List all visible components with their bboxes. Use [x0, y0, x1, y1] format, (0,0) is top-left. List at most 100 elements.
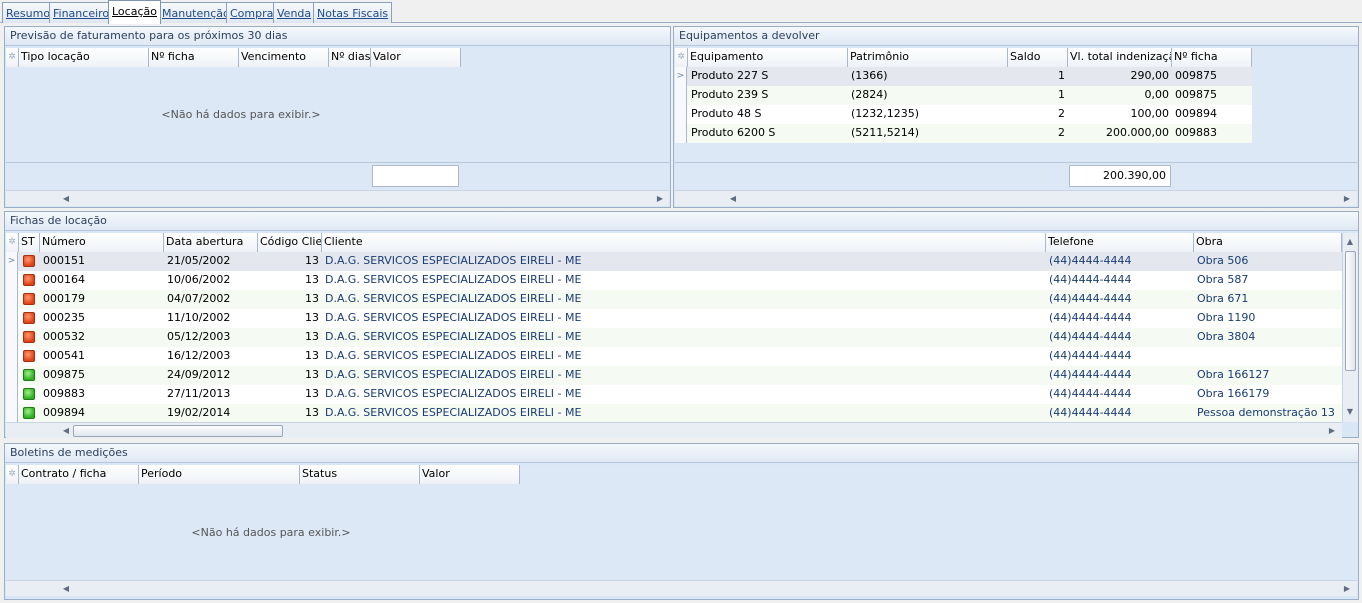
- col-vl-total-indenizacao[interactable]: Vl. total indenização: [1068, 48, 1172, 67]
- col-n-dias[interactable]: Nº dias: [329, 48, 371, 67]
- table-row[interactable]: 000179 04/07/2002 13 D.A.G. SERVICOS ESPECI…: [6, 290, 1342, 309]
- tab-notas-fiscais[interactable]: Notas Fiscais: [313, 2, 393, 23]
- col-valor[interactable]: Valor: [371, 48, 461, 67]
- fichas-vscroll-thumb[interactable]: [1345, 251, 1356, 371]
- previsao-title: Previsão de faturamento para os próximos…: [5, 27, 670, 46]
- row-indicator: [6, 385, 18, 404]
- scroll-right-icon[interactable]: ▶: [1326, 424, 1338, 438]
- equipamentos-hscroll[interactable]: ◀ ▶: [675, 190, 1357, 206]
- col-n-ficha[interactable]: Nº ficha: [1172, 48, 1252, 67]
- tab-compra[interactable]: Compra: [226, 2, 278, 23]
- table-row[interactable]: Produto 6200 S (5211,5214) 2 200.000,00 …: [675, 124, 1252, 143]
- table-row[interactable]: > Produto 227 S (1366) 1 290,00 009875: [675, 67, 1252, 86]
- column-chooser-icon[interactable]: ✲: [6, 465, 19, 484]
- fichas-vscroll[interactable]: ▲ ▼: [1342, 233, 1358, 422]
- col-cliente[interactable]: Cliente: [322, 233, 1046, 252]
- table-row[interactable]: >000151 21/05/2002 13 D.A.G. SERVICOS ESPEC…: [6, 252, 1342, 271]
- status-green-icon: [23, 388, 35, 400]
- scroll-left-icon[interactable]: ◀: [727, 192, 739, 206]
- col-equipamento[interactable]: Equipamento: [688, 48, 848, 67]
- cell-obra: [1194, 347, 1342, 366]
- cell-cliente: D.A.G. SERVICOS ESPECIALIZADOS EIRELI - …: [325, 292, 582, 305]
- col-st[interactable]: ST: [19, 233, 40, 252]
- cell-data: 11/10/2002: [167, 311, 231, 324]
- col-saldo[interactable]: Saldo: [1008, 48, 1068, 67]
- col-numero[interactable]: Número: [40, 233, 164, 252]
- col-contrato-ficha[interactable]: Contrato / ficha: [19, 465, 139, 484]
- cell-equipamento: Produto 227 S: [691, 69, 769, 82]
- table-row[interactable]: 000164 10/06/2002 13 D.A.G. SERVICOS ESPECI…: [6, 271, 1342, 290]
- scroll-right-icon[interactable]: ▶: [1341, 192, 1353, 206]
- cell-data: 21/05/2002: [167, 254, 231, 267]
- col-n-ficha[interactable]: Nº ficha: [149, 48, 239, 67]
- scroll-left-icon[interactable]: ◀: [60, 192, 72, 206]
- col-telefone[interactable]: Telefone: [1046, 233, 1194, 252]
- tab-resumo[interactable]: Resumo: [2, 2, 55, 23]
- row-indicator: [675, 105, 687, 124]
- cell-cliente: D.A.G. SERVICOS ESPECIALIZADOS EIRELI - …: [325, 387, 582, 400]
- tab-bar: Resumo Financeiro Locação Manutenção Com…: [0, 0, 1362, 24]
- scroll-right-icon[interactable]: ▶: [1341, 582, 1353, 596]
- cell-ficha: 009875: [1175, 69, 1217, 82]
- cell-numero: 000179: [43, 292, 85, 305]
- cell-valor: 200.000,00: [1106, 126, 1169, 139]
- column-chooser-icon[interactable]: ✲: [6, 48, 19, 67]
- table-row[interactable]: 009883 27/11/2013 13 D.A.G. SERVICOS ESPECI…: [6, 385, 1342, 404]
- table-row[interactable]: Produto 239 S (2824) 1 0,00 009875: [675, 86, 1252, 105]
- row-indicator: [6, 347, 18, 366]
- tab-manutencao[interactable]: Manutenção: [158, 2, 234, 23]
- col-periodo[interactable]: Período: [139, 465, 300, 484]
- col-status[interactable]: Status: [300, 465, 420, 484]
- table-row[interactable]: Produto 48 S (1232,1235) 2 100,00 009894: [675, 105, 1252, 124]
- cell-codigo: 13: [305, 311, 319, 324]
- cell-status: [19, 347, 40, 366]
- status-red-icon: [23, 293, 35, 305]
- table-row[interactable]: 000532 05/12/2003 13 D.A.G. SERVICOS ESPECI…: [6, 328, 1342, 347]
- tab-financeiro[interactable]: Financeiro: [49, 2, 114, 23]
- cell-codigo: 13: [305, 254, 319, 267]
- row-indicator-icon: >: [675, 67, 687, 86]
- cell-ficha: 009883: [1175, 126, 1217, 139]
- scroll-left-icon[interactable]: ◀: [60, 582, 72, 596]
- scroll-down-icon[interactable]: ▼: [1344, 405, 1356, 419]
- scroll-up-icon[interactable]: ▲: [1344, 235, 1356, 249]
- col-patrimonio[interactable]: Patrimônio: [848, 48, 1008, 67]
- col-valor[interactable]: Valor: [420, 465, 520, 484]
- cell-cliente: D.A.G. SERVICOS ESPECIALIZADOS EIRELI - …: [325, 406, 582, 419]
- table-row[interactable]: 009875 24/09/2012 13 D.A.G. SERVICOS ESPECI…: [6, 366, 1342, 385]
- cell-patrimonio: (1366): [851, 69, 888, 82]
- row-indicator: [6, 366, 18, 385]
- previsao-panel: Previsão de faturamento para os próximos…: [4, 26, 671, 208]
- fichas-hscroll-thumb[interactable]: [73, 425, 283, 437]
- cell-telefone: (44)4444-4444: [1049, 330, 1132, 343]
- boletins-header: ✲ Contrato / ficha Período Status Valor: [6, 465, 520, 484]
- fichas-hscroll[interactable]: ◀ ▶: [6, 422, 1342, 438]
- cell-data: 05/12/2003: [167, 330, 231, 343]
- column-chooser-icon[interactable]: ✲: [6, 233, 19, 252]
- boletins-panel: Boletins de medições ✲ Contrato / ficha …: [4, 443, 1359, 600]
- table-row[interactable]: 009894 19/02/2014 13 D.A.G. SERVICOS ESPECI…: [6, 404, 1342, 423]
- col-tipo-locacao[interactable]: Tipo locação: [19, 48, 149, 67]
- boletins-hscroll[interactable]: ◀ ▶: [6, 580, 1357, 596]
- fichas-panel: Fichas de locação ✲ ST Número Data abert…: [4, 211, 1359, 438]
- col-data-abertura[interactable]: Data abertura: [164, 233, 258, 252]
- cell-numero: 000164: [43, 273, 85, 286]
- column-chooser-icon[interactable]: ✲: [675, 48, 688, 67]
- cell-telefone: (44)4444-4444: [1049, 368, 1132, 381]
- cell-saldo: 2: [1058, 126, 1065, 139]
- table-row[interactable]: 000235 11/10/2002 13 D.A.G. SERVICOS ESPECI…: [6, 309, 1342, 328]
- table-row[interactable]: 000541 16/12/2003 13 D.A.G. SERVICOS ESPECI…: [6, 347, 1342, 366]
- col-obra[interactable]: Obra: [1194, 233, 1342, 252]
- cell-numero: 000151: [43, 254, 85, 267]
- scroll-right-icon[interactable]: ▶: [654, 192, 666, 206]
- tab-venda[interactable]: Venda: [273, 2, 316, 23]
- scroll-left-icon[interactable]: ◀: [60, 424, 72, 438]
- col-vencimento[interactable]: Vencimento: [239, 48, 329, 67]
- previsao-hscroll[interactable]: ◀ ▶: [6, 190, 669, 206]
- tab-locacao[interactable]: Locação: [108, 0, 161, 24]
- cell-cliente: D.A.G. SERVICOS ESPECIALIZADOS EIRELI - …: [325, 254, 582, 267]
- equipamentos-header: ✲ Equipamento Patrimônio Saldo Vl. total…: [675, 48, 1252, 67]
- col-codigo-cliente[interactable]: Código Clien: [258, 233, 322, 252]
- cell-saldo: 1: [1058, 88, 1065, 101]
- status-red-icon: [23, 312, 35, 324]
